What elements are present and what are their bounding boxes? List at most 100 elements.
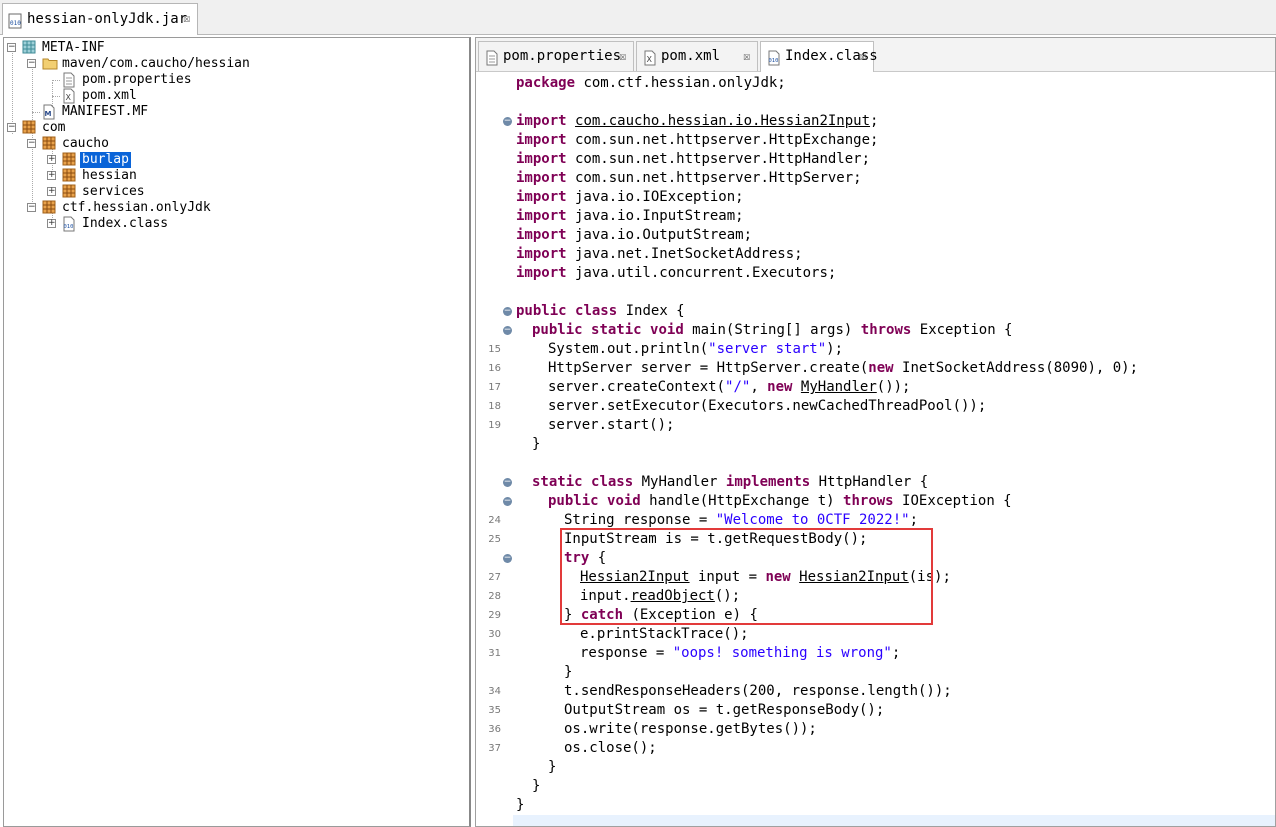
fold-collapse-icon[interactable]: −: [503, 117, 512, 126]
tree-item-index-class[interactable]: +010 Index.class: [4, 216, 464, 232]
code-token: OutputStream os = t.getResponseBody();: [564, 702, 885, 718]
line-number: 30: [488, 629, 501, 640]
code-token: System.out.println(: [548, 341, 709, 357]
keyword-token: new: [868, 360, 894, 376]
close-tab-icon[interactable]: ☒: [743, 49, 750, 63]
code-line: package com.ctf.hessian.onlyJdk;: [516, 74, 786, 93]
code-line: response = "oops! something is wrong";: [580, 644, 900, 663]
line-number: 19: [488, 420, 501, 431]
tab-pom-properties[interactable]: pom.properties ☒: [478, 41, 634, 71]
line-number: 27: [488, 572, 501, 583]
keyword-token: throws: [843, 493, 894, 509]
tree-item-maven-com-caucho-hessian[interactable]: − maven/com.caucho/hessian: [4, 56, 464, 72]
code-line: import com.sun.net.httpserver.HttpServer…: [516, 169, 862, 188]
fold-collapse-icon[interactable]: −: [503, 326, 512, 335]
keyword-token: throws: [860, 322, 912, 338]
line-number: 28: [488, 591, 501, 602]
code-token: com.sun.net.httpserver.HttpHandler;: [566, 151, 871, 167]
close-tab-icon[interactable]: ☒: [859, 49, 866, 63]
package-icon: [22, 120, 38, 136]
code-line: public class Index {: [516, 302, 685, 321]
tree-item-label: services: [82, 184, 145, 199]
line-number: 15: [488, 344, 501, 355]
tab-pom-xml[interactable]: Xpom.xml ☒: [636, 41, 758, 71]
close-tab-icon[interactable]: ☒: [183, 11, 190, 25]
keyword-token: import: [516, 113, 567, 129]
fold-collapse-icon[interactable]: −: [503, 478, 512, 487]
class-file-editor: pom.properties ☒ Xpom.xml ☒ 010 Index.class ☒ …: [475, 37, 1276, 827]
expand-toggle-icon[interactable]: +: [47, 219, 56, 228]
line-number: 37: [488, 743, 501, 754]
tab-index-class[interactable]: 010 Index.class ☒: [760, 41, 878, 72]
code-token: t.sendResponseHeaders(200, response.leng…: [564, 683, 952, 699]
line-number: 16: [488, 363, 501, 374]
code-token: com.sun.net.httpserver.HttpExchange;: [566, 132, 879, 148]
tree-item-burlap[interactable]: + burlap: [4, 152, 464, 168]
tree-item-ctf-hessian-onlyjdk[interactable]: − ctf.hessian.onlyJdk: [4, 200, 464, 216]
tree-item-pom-properties[interactable]: pom.properties: [4, 72, 464, 88]
collapse-toggle-icon[interactable]: −: [7, 43, 16, 52]
line-number: 24: [488, 515, 501, 526]
code-token: ,: [750, 379, 768, 395]
code-line: OutputStream os = t.getResponseBody();: [564, 701, 884, 720]
code-token: ;: [870, 113, 879, 129]
current-line-band: [513, 815, 1275, 826]
fold-collapse-icon[interactable]: −: [503, 497, 512, 506]
manifest-file-icon: M: [42, 104, 58, 120]
collapse-toggle-icon[interactable]: −: [27, 59, 36, 68]
tree-item-pom-xml[interactable]: Xpom.xml: [4, 88, 464, 104]
tree-item-caucho[interactable]: − caucho: [4, 136, 464, 152]
code-line: os.write(response.getBytes());: [564, 720, 817, 739]
tree-item-meta-inf[interactable]: − META-INF: [4, 40, 464, 56]
code-line: }: [548, 758, 556, 777]
keyword-token: import: [516, 170, 567, 186]
code-token: }: [548, 759, 557, 775]
expand-toggle-icon[interactable]: +: [47, 155, 56, 164]
keyword-token: import: [516, 189, 567, 205]
code-line: HttpServer server = HttpServer.create(ne…: [548, 359, 1138, 378]
keyword-token: class: [591, 474, 634, 490]
code-token: java.util.concurrent.Executors;: [566, 265, 837, 281]
tree-item-com[interactable]: − com: [4, 120, 464, 136]
collapse-toggle-icon[interactable]: −: [27, 139, 36, 148]
keyword-token: import: [516, 132, 567, 148]
code-view[interactable]: package com.ctf.hessian.onlyJdk; import c…: [516, 74, 1274, 824]
line-number: 18: [488, 401, 501, 412]
expand-toggle-icon[interactable]: +: [47, 171, 56, 180]
package-folder-icon: [22, 40, 38, 56]
code-line: }: [532, 777, 540, 796]
keyword-token: public: [532, 322, 583, 338]
collapse-toggle-icon[interactable]: −: [27, 203, 36, 212]
code-token: java.io.InputStream;: [566, 208, 744, 224]
code-token: server.start();: [548, 417, 675, 433]
keyword-token: import: [516, 246, 567, 262]
code-line: import java.util.concurrent.Executors;: [516, 264, 836, 283]
expand-toggle-icon[interactable]: +: [47, 187, 56, 196]
code-token: response =: [580, 645, 673, 661]
collapse-toggle-icon[interactable]: −: [7, 123, 16, 132]
code-line: import java.io.OutputStream;: [516, 226, 752, 245]
keyword-token: import: [516, 208, 567, 224]
string-literal: "Welcome to 0CTF 2022!": [715, 512, 910, 528]
xml-file-icon: X: [62, 88, 78, 104]
close-tab-icon[interactable]: ☒: [619, 49, 626, 63]
tree-item-hessian[interactable]: + hessian: [4, 168, 464, 184]
fold-collapse-icon[interactable]: −: [503, 307, 512, 316]
keyword-token: implements: [725, 474, 811, 490]
tree-item-label: pom.xml: [82, 88, 137, 103]
code-line: server.setExecutor(Executors.newCachedTh…: [548, 397, 986, 416]
code-token: ());: [876, 379, 911, 395]
tree-item-services[interactable]: + services: [4, 184, 464, 200]
fold-collapse-icon[interactable]: −: [503, 554, 512, 563]
code-token: os.close();: [564, 740, 657, 756]
text-file-icon: [485, 50, 499, 70]
svg-text:010: 010: [64, 224, 74, 230]
tab-hessian-jar[interactable]: 010 hessian-onlyJdk.jar ☒: [2, 3, 198, 35]
keyword-token: public: [548, 493, 599, 509]
svg-text:010: 010: [769, 58, 779, 64]
line-number: 25: [488, 534, 501, 545]
line-number: 34: [488, 686, 501, 697]
tree-item-manifest-mf[interactable]: M MANIFEST.MF: [4, 104, 464, 120]
code-token: handle(HttpExchange t): [640, 493, 844, 509]
